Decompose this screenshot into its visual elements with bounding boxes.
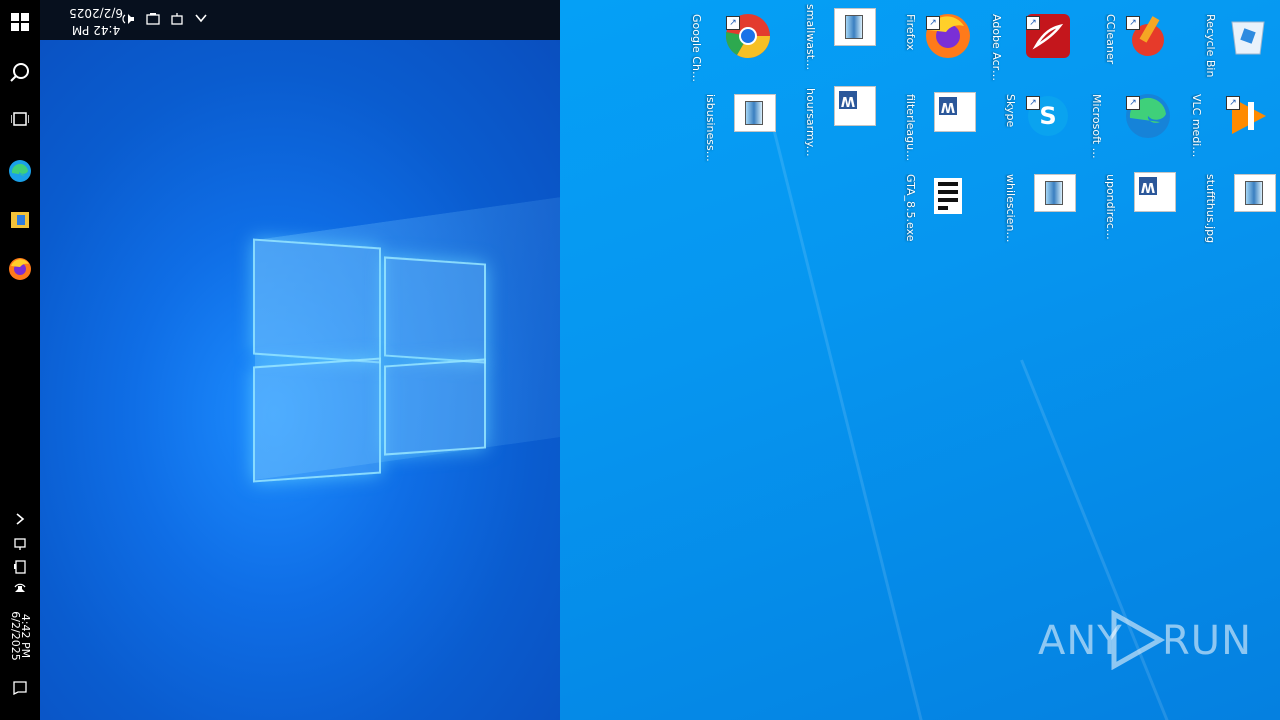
firefox-icon[interactable]	[6, 255, 34, 283]
search-icon[interactable]	[6, 58, 34, 86]
taskbar-clock[interactable]: 4:42 PM 6/2/2025	[0, 604, 40, 668]
volume-icon[interactable]	[120, 11, 138, 29]
desktop-icon-stuffthus[interactable]: stuffthus.jpg	[1180, 166, 1280, 244]
desktop-icon-label: Microsoft Edge	[1090, 94, 1103, 164]
windows-logo-pane	[253, 357, 381, 483]
windows-logo-pane	[384, 358, 486, 456]
desktop-icon-label: filterleague.rtf	[904, 94, 917, 164]
svg-text:S: S	[1039, 102, 1056, 130]
desktop-icon-ccleaner[interactable]: ↗ CCleaner	[1080, 6, 1180, 82]
desktop-icon-label: whilescienc...	[1004, 174, 1017, 244]
desktop-icon-google-chrome[interactable]: ↗ Google Chrome	[680, 6, 780, 84]
desktop-icon-gta[interactable]: GTA_8.5.exe	[880, 166, 980, 242]
windows-logo-pane	[253, 238, 381, 364]
desktop-wallpaper	[40, 40, 560, 720]
desktop-icon-label: VLC media player	[1190, 94, 1203, 164]
desktop-icon-skype[interactable]: S ↗ Skype	[980, 86, 1080, 162]
desktop-icon-vlc[interactable]: ↗ VLC media player	[1180, 86, 1280, 164]
image-file-icon	[1034, 174, 1076, 212]
word-doc-icon: W	[834, 86, 876, 126]
desktop-icon-label: upondirecti...	[1104, 174, 1117, 244]
image-file-icon	[734, 94, 776, 132]
desktop-icon-smallwaste[interactable]: smallwaste....	[780, 0, 880, 76]
recycle-bin-icon	[1231, 21, 1265, 55]
anyrun-watermark: ANY RUN	[1038, 608, 1251, 672]
notification-icon[interactable]	[6, 673, 34, 701]
desktop-icon-edge[interactable]: ↗ Microsoft Edge	[1080, 86, 1180, 164]
desktop-icon-isbusiness[interactable]: isbusiness.jpg	[680, 86, 780, 164]
desktop-icon-label: Google Chrome	[690, 14, 703, 84]
desktop-icon-hoursarmy[interactable]: W hoursarmy.rtf	[780, 80, 880, 158]
chevron-icon[interactable]	[6, 505, 34, 533]
image-file-icon	[1234, 174, 1276, 212]
desktop-icon-filterleague[interactable]: W filterleague.rtf	[880, 86, 980, 164]
flipped-system-tray: 4:42 PM 6/2/2025	[40, 0, 560, 40]
windows-start-icon[interactable]	[6, 8, 34, 36]
shortcut-arrow-icon: ↗	[926, 16, 940, 30]
desktop-icon-label: Adobe Acrobat	[990, 14, 1003, 84]
file-explorer-icon[interactable]	[6, 206, 34, 234]
word-doc-icon: W	[1134, 172, 1176, 212]
desktop-icon-firefox[interactable]: ↗ Firefox	[880, 6, 980, 82]
desktop-icon-label: Skype	[1004, 94, 1017, 128]
desktop-icon-recycle-bin[interactable]: Recycle Bin	[1180, 6, 1280, 82]
watermark-right-text: RUN	[1162, 618, 1252, 664]
shortcut-arrow-icon: ↗	[1026, 96, 1040, 110]
desktop-icon-label: smallwaste....	[804, 4, 817, 74]
shortcut-arrow-icon: ↗	[1026, 16, 1040, 30]
taskbar: 4:42 PM 6/2/2025	[0, 0, 40, 720]
desktop-icon-adobe-acrobat[interactable]: ↗ Adobe Acrobat	[980, 6, 1080, 84]
shortcut-arrow-icon: ↗	[1126, 96, 1140, 110]
desktop-icon-label: CCleaner	[1104, 14, 1117, 65]
image-file-icon	[834, 8, 876, 46]
network-icon[interactable]	[168, 11, 186, 29]
volume-icon[interactable]	[6, 577, 34, 605]
battery-icon[interactable]	[144, 11, 162, 29]
clock-date: 6/2/2025	[9, 611, 22, 661]
task-view-icon[interactable]	[6, 105, 34, 133]
desktop-icon-label: hoursarmy.rtf	[804, 88, 817, 158]
shortcut-arrow-icon: ↗	[1226, 96, 1240, 110]
chevron-down-icon[interactable]	[192, 11, 210, 29]
desktop-icon-label: Recycle Bin	[1204, 14, 1217, 78]
desktop-icon-label: GTA_8.5.exe	[904, 174, 917, 242]
desktop-icon-label: Firefox	[904, 14, 917, 51]
windows-logo-pane	[384, 256, 486, 364]
shortcut-arrow-icon: ↗	[1126, 16, 1140, 30]
exe-icon	[934, 178, 962, 214]
desktop-icon-upondirecti[interactable]: W upondirecti...	[1080, 166, 1180, 244]
edge-icon[interactable]	[6, 157, 34, 185]
desktop-icon-whilescienc[interactable]: whilescienc...	[980, 166, 1080, 244]
shortcut-arrow-icon: ↗	[726, 16, 740, 30]
desktop-icon-label: stuffthus.jpg	[1204, 174, 1217, 244]
desktop-icon-label: isbusiness.jpg	[704, 94, 717, 164]
play-triangle-icon	[1111, 610, 1166, 670]
word-doc-icon: W	[934, 92, 976, 132]
